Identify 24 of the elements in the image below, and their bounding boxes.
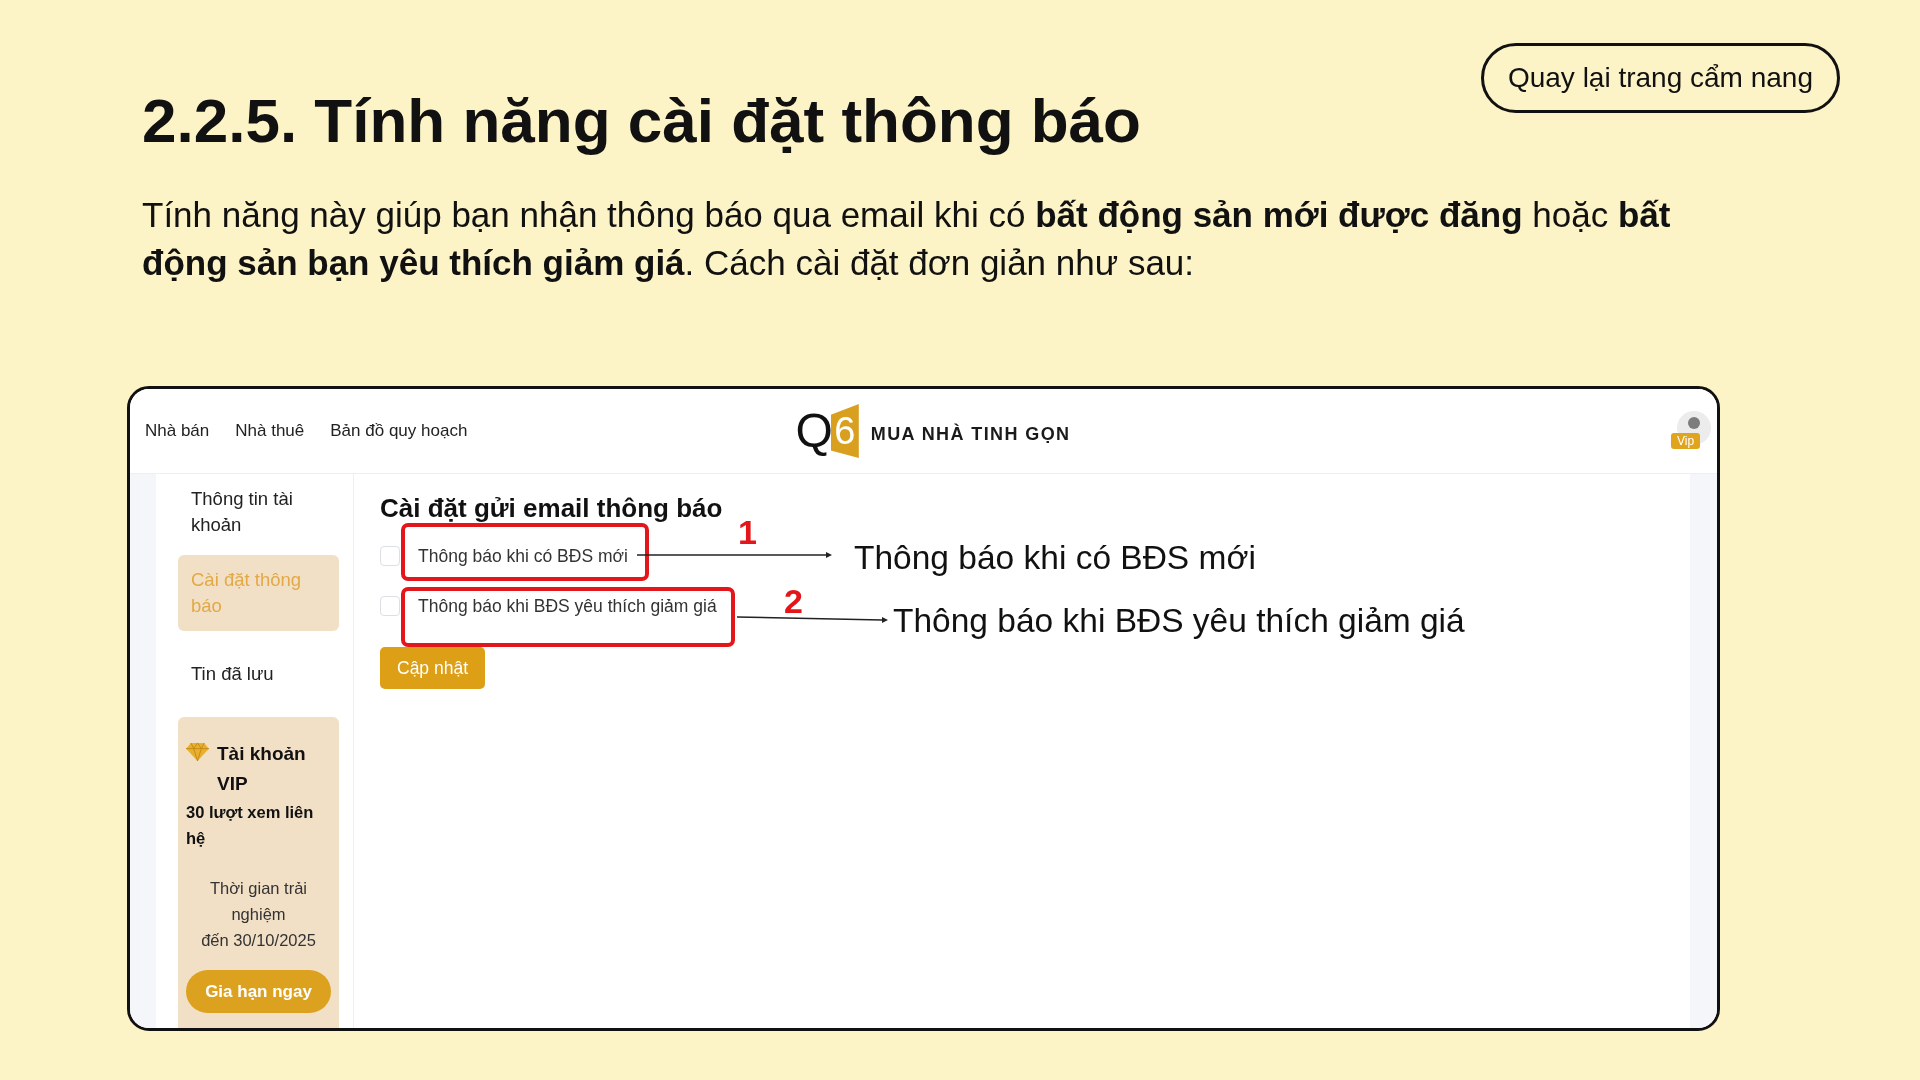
nav-link[interactable]: Nhà thuê [235, 421, 305, 441]
logo-mark: Q6 [795, 404, 859, 458]
annotation-text: Thông báo khi BĐS yêu thích giảm giá [893, 601, 1465, 641]
nav-link[interactable]: Nhà bán [145, 421, 210, 441]
step-number: 1 [738, 515, 757, 549]
contact-views-text: 30 lượt xem liên hệ [186, 802, 315, 849]
step-number: 2 [784, 584, 803, 618]
vip-badge: Vip [1671, 433, 1701, 449]
sidebar-item[interactable]: Thông tin tài khoản [178, 474, 339, 550]
trial-period-text: Thời gian trải nghiệm đến 30/10/2025 [200, 878, 317, 951]
checkbox[interactable] [380, 596, 400, 616]
annotation-text: Thông báo khi có BĐS mới [854, 538, 1256, 578]
checkbox[interactable] [380, 546, 400, 566]
logo-text: MUA NHÀ TINH GỌN [870, 422, 1071, 445]
sidebar-item[interactable]: Tin đã lưu [178, 636, 339, 712]
page-title: 2.2.5. Tính năng cài đặt thông báo [142, 86, 1141, 156]
intro-paragraph: Tính năng này giúp bạn nhận thông báo qua email khi có bất động sản mới được đăng hoặc bất động sản bạn yêu thích giảm giá. Cách cài đặt đơn giản như sau: [142, 194, 1672, 284]
checkbox-label: Thông báo khi có BĐS mới [418, 545, 628, 567]
section-heading: Cài đặt gửi email thông báo [380, 492, 724, 524]
vip-card-title: Tài khoản VIP [217, 742, 307, 796]
back-button[interactable]: Quay lại trang cẩm nang [1480, 43, 1840, 113]
checkbox-label: Thông báo khi BĐS yêu thích giảm giá [418, 595, 717, 617]
nav-link[interactable]: Bản đồ quy hoạch [330, 421, 468, 441]
diamond-icon [186, 742, 209, 761]
